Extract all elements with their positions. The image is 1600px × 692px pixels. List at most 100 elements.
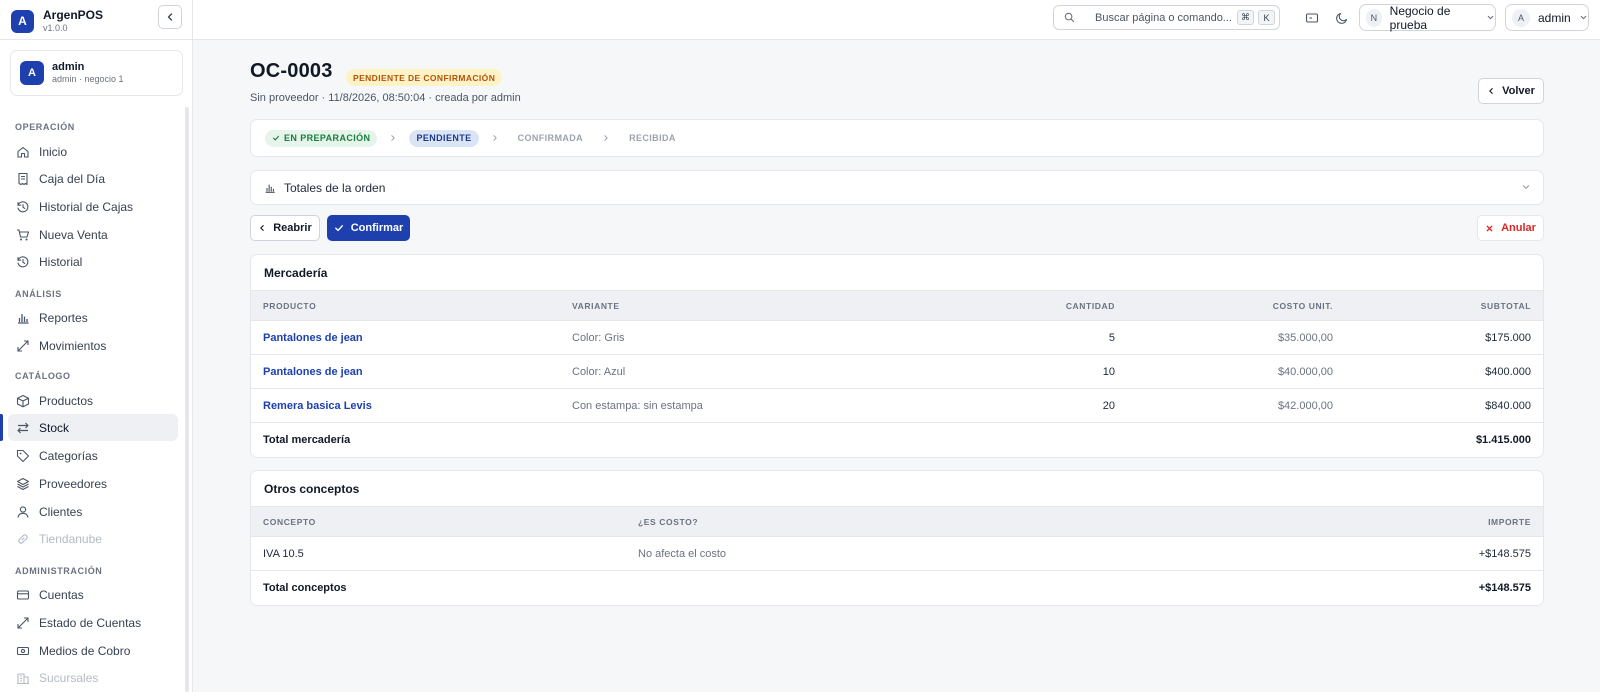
total-row: Total conceptos +$148.575 [251,571,1543,605]
brand[interactable]: A ArgenPOS v1.0.0 [11,6,103,36]
check-icon [334,225,343,232]
merchandise-title: Mercadería [251,255,1543,291]
section-administracion: ADMINISTRACIÓN [15,566,103,576]
sidebar-item-label: Clientes [39,504,83,519]
variant: Con estampa: sin estampa [572,399,703,412]
unit-cost: $40.000,00 [1277,365,1333,378]
back-button[interactable]: Volver [1478,78,1544,104]
chevron-left-icon [167,13,173,21]
chevron-left-icon [1489,88,1493,94]
column-header: VARIANTE [572,300,620,311]
layers-icon [16,477,30,491]
sidebar-item-label: Historial [39,254,83,269]
order-totals-accordion[interactable]: Totales de la orden [250,170,1544,205]
page-title: OC-0003 [250,60,333,82]
column-header: ¿ES COSTO? [638,516,699,527]
sidebar-item-inicio[interactable]: Inicio [8,138,178,165]
quantity: 5 [1108,331,1115,344]
order-subtitle: Sin proveedor · 11/8/2026, 08:50:04 · cr… [250,92,521,104]
product-link[interactable]: Pantalones de jean [263,355,363,388]
app-logo: A [11,9,34,33]
sidebar-item-estado-de-cuentas[interactable]: Estado de Cuentas [8,609,178,636]
table-header: CONCEPTO ¿ES COSTO? IMPORTE [251,507,1543,537]
sidebar-item-reportes[interactable]: Reportes [8,304,178,331]
sidebar-item-historial-de-cajas[interactable]: Historial de Cajas [8,193,178,220]
sidebar-item-sucursales[interactable]: Sucursales [8,664,178,691]
sidebar-item-categorias[interactable]: Categorías [8,442,178,469]
sidebar-item-tiendanube[interactable]: Tiendanube [8,525,178,552]
sidebar-item-movimientos[interactable]: Movimientos [8,332,178,359]
screen-icon[interactable] [1304,10,1320,26]
home-icon [16,145,30,159]
history-icon [16,255,30,269]
bar-chart-icon [264,182,276,194]
total-value: +$148.575 [1478,582,1531,594]
sidebar-item-label: Historial de Cajas [39,199,134,214]
business-avatar: N [1366,8,1382,27]
sidebar-item-label: Inicio [39,144,68,159]
subtotal: $840.000 [1485,399,1531,412]
section-operacion: OPERACIÓN [15,122,75,132]
quantity: 10 [1102,365,1115,378]
user-name: admin [52,60,85,73]
reopen-button[interactable]: Reabrir [250,215,320,241]
sidebar-item-label: Caja del Día [39,171,106,186]
sidebar-item-stock[interactable]: Stock [8,414,178,441]
step-pendiente: PENDIENTE [409,129,479,147]
building-icon [16,671,30,685]
step-recibida: RECIBIDA [629,133,676,143]
user-card[interactable]: A admin admin · negocio 1 [10,50,183,96]
sidebar-item-proveedores[interactable]: Proveedores [8,470,178,497]
user-icon [16,505,30,519]
account-menu[interactable]: A admin [1505,4,1589,31]
sidebar-item-productos[interactable]: Productos [8,387,178,414]
column-header: CANTIDAD [1065,300,1115,311]
quantity: 20 [1102,399,1115,412]
confirm-button[interactable]: Confirmar [327,215,410,241]
sidebar-divider [0,39,193,40]
step-label: EN PREPARACIÓN [284,133,371,143]
sidebar-item-nueva-venta[interactable]: Nueva Venta [8,221,178,248]
table-row: Pantalones de jean Color: Gris 5 $35.000… [251,321,1543,355]
cancel-order-button[interactable]: Anular [1477,215,1544,241]
chevron-down-icon [1579,13,1588,22]
section-analisis: ANÁLISIS [15,289,62,299]
shortcut-key: K [1258,10,1275,25]
check-icon [273,135,279,141]
sidebar-item-label: Proveedores [39,476,108,491]
sidebar-item-label: Cuentas [39,587,84,602]
sidebar-item-cuentas[interactable]: Cuentas [8,581,178,608]
amount: +$148.575 [1478,547,1531,560]
table-header: PRODUCTO VARIANTE CANTIDAD COSTO UNIT. S… [251,291,1543,321]
step-en-preparacion: EN PREPARACIÓN [265,129,378,147]
back-button-label: Volver [1502,85,1535,97]
sidebar-item-label: Nueva Venta [39,227,108,242]
moon-icon[interactable] [1334,10,1350,26]
product-link[interactable]: Remera basica Levis [263,389,372,422]
product-link[interactable]: Pantalones de jean [263,321,363,354]
sidebar-item-clientes[interactable]: Clientes [8,498,178,525]
search-placeholder: Buscar página o comando... [1095,11,1232,24]
sidebar-item-label: Sucursales [39,670,99,685]
sidebar-scrollbar[interactable] [185,107,189,692]
app-version: v1.0.0 [43,22,68,33]
business-selector[interactable]: N Negocio de prueba [1359,4,1496,32]
history-icon [16,200,30,214]
chevron-down-icon [1486,13,1495,22]
column-header: PRODUCTO [263,300,317,311]
sidebar-item-caja-del-dia[interactable]: Caja del Día [8,165,178,192]
unit-cost: $35.000,00 [1277,331,1333,344]
step-confirmada: CONFIRMADA [517,133,584,143]
sidebar-item-historial[interactable]: Historial [8,248,178,275]
column-header: COSTO UNIT. [1272,300,1333,311]
collapse-sidebar-button[interactable] [158,5,182,29]
account-avatar: A [1512,8,1530,27]
table-row: IVA 10.5 No afecta el costo +$148.575 [251,537,1543,571]
command-search[interactable]: Buscar página o comando... ⌘ K [1053,5,1280,30]
table-row: Pantalones de jean Color: Azul 10 $40.00… [251,355,1543,389]
sidebar-item-label: Movimientos [39,338,107,353]
sidebar-item-medios-de-cobro[interactable]: Medios de Cobro [8,637,178,664]
status-stepper: EN PREPARACIÓN PENDIENTE CONFIRMADA RECI… [250,119,1544,157]
column-header: SUBTOTAL [1480,300,1531,311]
chevron-right-icon [491,134,499,142]
